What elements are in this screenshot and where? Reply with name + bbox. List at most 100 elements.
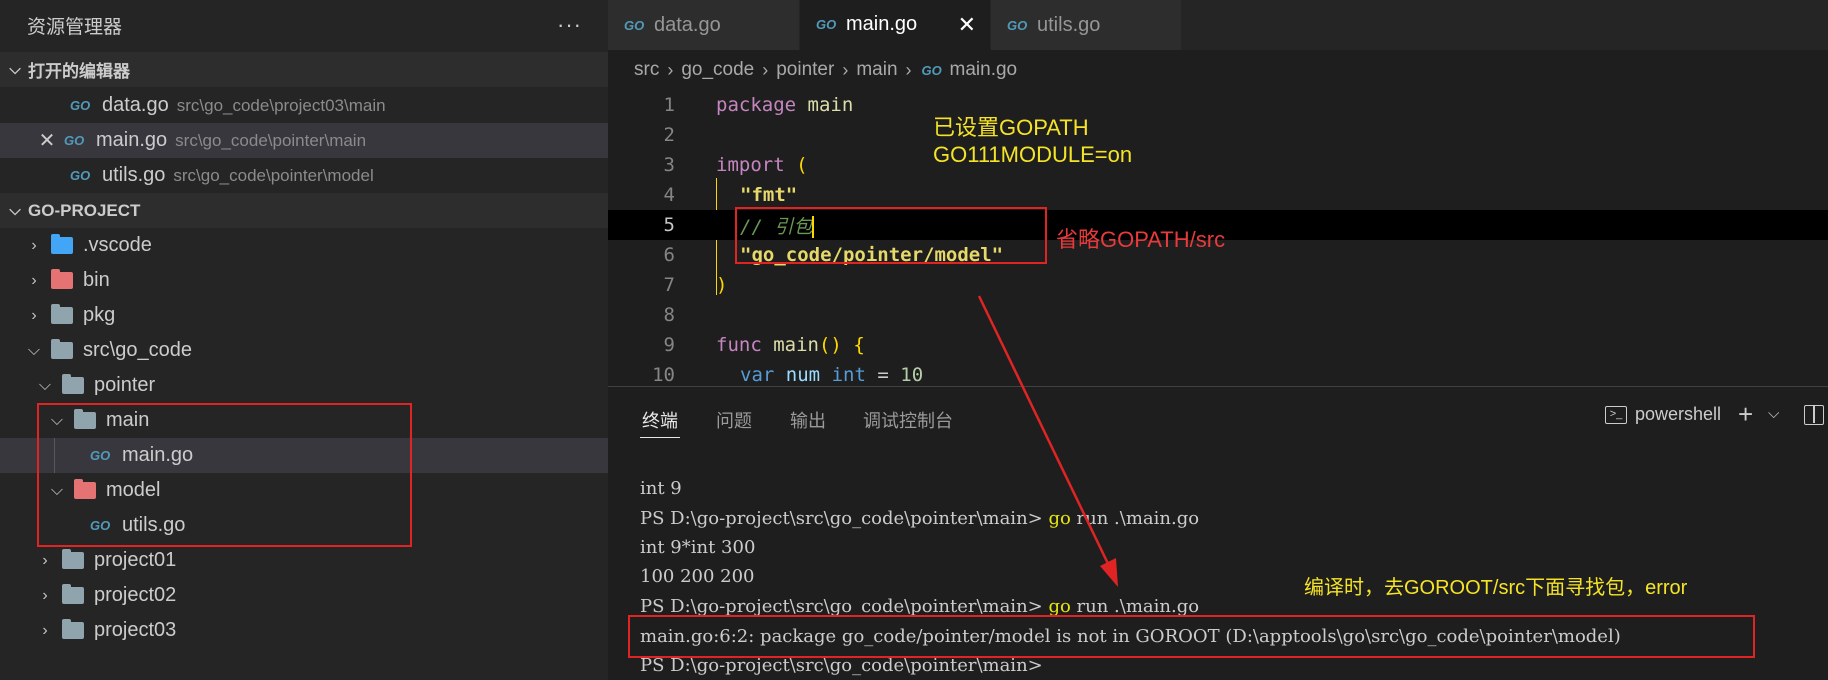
code-line: 1 package main	[608, 90, 1828, 120]
breadcrumb-item[interactable]: main.go	[950, 59, 1018, 81]
tree-item-label: project01	[94, 549, 177, 571]
code-text: import (	[716, 154, 808, 176]
folder-open-icon	[51, 339, 73, 359]
chevron-right-icon: ›	[842, 59, 849, 80]
open-editor-path: src\go_code\pointer\model	[173, 165, 374, 185]
go-file-icon: GO	[70, 168, 91, 183]
code-editor[interactable]: 1 package main 2 3 import ( 4 "fmt" 5 //…	[608, 90, 1828, 386]
tab-data-go[interactable]: GO data.go	[608, 0, 800, 50]
close-icon[interactable]: ✕	[958, 12, 976, 38]
code-line: 8	[608, 300, 1828, 330]
terminal-line: 100 200 200	[640, 566, 755, 587]
more-actions-icon[interactable]: ···	[557, 12, 582, 38]
line-number: 1	[663, 94, 675, 116]
shell-name: powershell	[1635, 404, 1722, 424]
go-file-icon: GO	[1007, 17, 1028, 33]
annotation-gopath-set: 已设置GOPATH	[933, 115, 1089, 140]
breadcrumb-item[interactable]: main	[856, 59, 897, 81]
code-text: package main	[716, 94, 854, 116]
tree-item-label: project03	[94, 619, 177, 641]
tree-item-bin[interactable]: › bin	[0, 263, 608, 298]
line-number: 3	[663, 154, 675, 176]
go-file-icon: GO	[70, 98, 91, 113]
chevron-right-icon: ›	[667, 59, 674, 80]
chevron-down-icon: ⌵	[9, 202, 21, 219]
code-line: 3 import (	[608, 150, 1828, 180]
tab-terminal[interactable]: 终端	[642, 407, 678, 433]
close-icon[interactable]: ✕	[36, 128, 58, 153]
tree-item-src-go-code[interactable]: ⌵ src\go_code	[0, 333, 608, 368]
code-line: 2	[608, 120, 1828, 150]
project-header[interactable]: ⌵ GO-PROJECT	[0, 193, 608, 228]
tree-item-label: project02	[94, 584, 177, 606]
open-editor-path: src\go_code\pointer\main	[175, 130, 367, 150]
tree-item-label: pkg	[83, 304, 116, 326]
explorer-title-bar: 资源管理器 ···	[0, 0, 608, 50]
chevron-right-icon: ›	[762, 59, 769, 80]
chevron-down-icon: ⌵	[9, 61, 21, 78]
code-text: )	[716, 274, 728, 296]
go-file-icon: GO	[64, 133, 85, 148]
open-editor-main-go[interactable]: ✕ GO main.go src\go_code\pointer\main	[0, 123, 608, 158]
tab-label: utils.go	[1037, 13, 1101, 36]
code-text: var num int = 10	[740, 364, 924, 386]
open-editor-utils-go[interactable]: GO utils.go src\go_code\pointer\model	[0, 158, 608, 193]
chevron-right-icon: ›	[42, 586, 48, 604]
terminal-line: int 9*int 300	[640, 537, 756, 558]
tree-item-project02[interactable]: › project02	[0, 578, 608, 613]
terminal-shell-selector[interactable]: >_ powershell	[1605, 404, 1721, 425]
open-editor-filename: utils.go	[102, 164, 166, 186]
breadcrumb: src › go_code › pointer › main › GO main…	[608, 50, 1828, 90]
tree-item-pkg[interactable]: › pkg	[0, 298, 608, 333]
folder-icon	[62, 584, 84, 604]
chevron-down-icon: ⌵	[38, 376, 52, 394]
highlight-box-tree	[37, 403, 412, 547]
vscode-folder-icon	[51, 234, 73, 254]
highlight-box-import	[735, 207, 1047, 264]
breadcrumb-item[interactable]: pointer	[776, 59, 834, 81]
code-line: 9 func main() {	[608, 330, 1828, 360]
open-editor-filename: data.go	[102, 94, 169, 116]
explorer-title: 资源管理器	[27, 16, 123, 38]
terminal-panel: 终端 问题 输出 调试控制台 >_ powershell + ⌵ int 9 P…	[608, 386, 1828, 680]
breadcrumb-item[interactable]: go_code	[681, 59, 754, 81]
line-number: 2	[663, 124, 675, 146]
terminal-line: int 9	[640, 478, 682, 499]
tree-item-label: .vscode	[83, 234, 152, 256]
tree-item-project03[interactable]: › project03	[0, 613, 608, 648]
tab-debug-console[interactable]: 调试控制台	[863, 407, 953, 433]
add-terminal-icon[interactable]: +	[1738, 399, 1753, 430]
open-editors-title: 打开的编辑器	[28, 62, 130, 81]
chevron-down-icon[interactable]: ⌵	[1768, 405, 1779, 422]
project-title: GO-PROJECT	[28, 200, 141, 220]
highlight-box-error	[628, 615, 1755, 658]
explorer-sidebar: 资源管理器 ··· ⌵ 打开的编辑器 GO data.go src\go_cod…	[0, 0, 608, 680]
line-number: 6	[663, 244, 675, 266]
terminal-line: PS D:\go-project\src\go_code\pointer\mai…	[640, 596, 1200, 617]
chevron-right-icon: ›	[905, 59, 912, 80]
open-editor-path: src\go_code\project03\main	[176, 95, 386, 115]
tab-label: main.go	[846, 12, 918, 35]
chevron-right-icon: ›	[42, 551, 48, 569]
chevron-right-icon: ›	[31, 306, 37, 324]
open-editors-header[interactable]: ⌵ 打开的编辑器	[0, 52, 608, 87]
line-number: 4	[663, 184, 675, 206]
split-terminal-icon[interactable]	[1804, 405, 1824, 425]
tree-item-vscode[interactable]: › .vscode	[0, 228, 608, 263]
tab-label: data.go	[654, 13, 721, 36]
tab-main-go[interactable]: GO main.go ✕	[800, 0, 991, 50]
tab-problems[interactable]: 问题	[716, 407, 752, 433]
tree-item-label: src\go_code	[83, 339, 192, 361]
open-editor-data-go[interactable]: GO data.go src\go_code\project03\main	[0, 88, 608, 123]
annotation-module-on: GO111MODULE=on	[933, 142, 1133, 167]
tab-utils-go[interactable]: GO utils.go	[991, 0, 1182, 50]
tab-output[interactable]: 输出	[790, 407, 826, 433]
chevron-right-icon: ›	[31, 236, 37, 254]
tree-item-pointer[interactable]: ⌵ pointer	[0, 368, 608, 403]
folder-icon	[62, 549, 84, 569]
terminal-icon: >_	[1605, 405, 1627, 424]
line-number: 10	[652, 364, 675, 386]
folder-icon	[62, 619, 84, 639]
breadcrumb-item[interactable]: src	[634, 59, 659, 81]
tree-item-project01[interactable]: › project01	[0, 543, 608, 578]
